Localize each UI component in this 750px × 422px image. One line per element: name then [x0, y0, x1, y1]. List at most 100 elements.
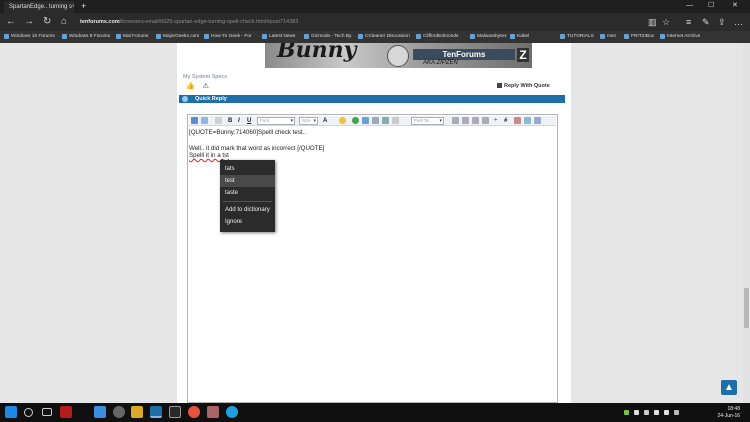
- close-tab-icon[interactable]: ×: [72, 1, 74, 13]
- smiley-icon[interactable]: [339, 117, 346, 124]
- app-icon-red[interactable]: [60, 406, 72, 418]
- favorite-item[interactable]: Windows 10 Forums: [4, 31, 55, 43]
- video-icon[interactable]: [372, 117, 379, 124]
- web-note-icon[interactable]: ✎: [702, 13, 710, 31]
- keyboard-icon[interactable]: [674, 410, 679, 415]
- network-icon[interactable]: [654, 410, 659, 415]
- favorite-item[interactable]: How-To Geek - For: [204, 31, 252, 43]
- forward-arrow-icon[interactable]: →: [24, 13, 34, 31]
- underline-button[interactable]: U: [247, 116, 251, 126]
- address-domain: tenforums.com: [80, 19, 120, 25]
- volume-icon[interactable]: [664, 410, 669, 415]
- chrome-icon[interactable]: [188, 406, 200, 418]
- favorite-item[interactable]: Gizmodo - Tech By: [304, 31, 351, 43]
- address-bar[interactable]: tenforums.com/browsers-email/6929-sparta…: [80, 17, 620, 28]
- edge-browser-icon[interactable]: [150, 406, 162, 418]
- suggestion-item-highlighted[interactable]: test: [220, 175, 275, 187]
- post-template-select[interactable]: Post Te...: [411, 117, 444, 125]
- maximize-button[interactable]: ☐: [708, 0, 714, 12]
- text-color-button[interactable]: A: [323, 116, 327, 126]
- toggle-mode-icon[interactable]: [191, 117, 198, 124]
- windows-store-icon[interactable]: [94, 406, 106, 418]
- strike-icon[interactable]: ÷: [494, 116, 497, 126]
- favorite-item[interactable]: Latest News: [262, 31, 295, 43]
- more-icon[interactable]: …: [734, 13, 743, 31]
- warning-icon[interactable]: ⚠: [203, 83, 209, 90]
- search-icon[interactable]: [24, 408, 33, 417]
- new-tab-button[interactable]: +: [81, 0, 86, 12]
- editor-line-1: [QUOTE=Bunny;714060]Spelll check test..: [189, 129, 307, 136]
- unordered-list-icon[interactable]: [482, 117, 489, 124]
- remove-format-icon[interactable]: [201, 117, 208, 124]
- page-scrollbar[interactable]: [743, 43, 750, 403]
- size-select[interactable]: Size: [299, 117, 318, 125]
- ordered-list-icon[interactable]: [472, 117, 479, 124]
- italic-button[interactable]: I: [238, 116, 240, 126]
- menu-divider: [223, 201, 272, 202]
- app-icon-photo[interactable]: [207, 406, 219, 418]
- favorite-item[interactable]: Windows 8 Forums: [62, 31, 110, 43]
- favorite-item[interactable]: CliffordEdmonds: [416, 31, 458, 43]
- link-icon[interactable]: [352, 117, 359, 124]
- favorite-star-icon[interactable]: ☆: [662, 13, 670, 31]
- code-icon[interactable]: #: [504, 116, 507, 126]
- app-icon-gray[interactable]: [113, 406, 125, 418]
- spoiler-icon[interactable]: [534, 117, 541, 124]
- refresh-icon[interactable]: ↻: [43, 13, 51, 31]
- bunny-figure-icon: [387, 45, 409, 67]
- minimize-button[interactable]: —: [686, 0, 693, 12]
- align-left-icon[interactable]: [452, 117, 459, 124]
- file-explorer-icon[interactable]: [131, 406, 143, 418]
- close-window-button[interactable]: ✕: [732, 0, 738, 12]
- favorite-item[interactable]: Kabel: [510, 31, 529, 43]
- html-icon[interactable]: [524, 117, 531, 124]
- favorite-item[interactable]: msn: [600, 31, 616, 43]
- php-icon[interactable]: [514, 117, 521, 124]
- favorite-item[interactable]: CCleaner Discussion: [358, 31, 410, 43]
- favorite-item[interactable]: Malwarebytes: [470, 31, 507, 43]
- image-icon[interactable]: [362, 117, 369, 124]
- attachment-icon[interactable]: [382, 117, 389, 124]
- tray-icon[interactable]: [634, 410, 639, 415]
- signature-subtitle: AKA ZIPZEN: [423, 60, 458, 66]
- share-icon[interactable]: ⇪: [718, 13, 726, 31]
- quote-button-icon[interactable]: [392, 117, 399, 124]
- align-center-icon[interactable]: [462, 117, 469, 124]
- scrollbar-thumb[interactable]: [744, 288, 749, 328]
- font-select[interactable]: Font: [257, 117, 295, 125]
- start-icon[interactable]: [5, 406, 17, 418]
- favorite-item[interactable]: Mal Forums: [116, 31, 148, 43]
- spellcheck-context-menu: tats test taste Add to dictionary Ignore: [220, 160, 275, 232]
- undo-icon[interactable]: [215, 117, 222, 124]
- favorite-item[interactable]: TUTORIALS: [560, 31, 594, 43]
- back-arrow-icon[interactable]: ←: [6, 13, 16, 31]
- editor-line-4: Spelll it in a tst: [189, 152, 229, 159]
- favorite-item[interactable]: MajorGeeks.com: [156, 31, 199, 43]
- editor-line-3: Well.. it did mark that word as incorrec…: [189, 145, 325, 152]
- reply-with-quote-button[interactable]: Reply With Quote: [497, 83, 550, 89]
- ignore-item[interactable]: Ignore: [220, 216, 275, 228]
- task-view-icon[interactable]: [42, 408, 52, 416]
- hub-icon[interactable]: ≡: [686, 13, 691, 31]
- navigation-bar: ← → ↻ ⌂ tenforums.com/browsers-email/692…: [0, 13, 750, 31]
- add-to-dictionary-item[interactable]: Add to dictionary: [220, 204, 275, 216]
- thumbs-up-icon[interactable]: 👍: [186, 83, 195, 90]
- suggestion-item[interactable]: taste: [220, 187, 275, 199]
- reply-editor[interactable]: [187, 114, 558, 403]
- reading-view-icon[interactable]: ▥: [648, 13, 657, 31]
- app-icon-dark[interactable]: [169, 406, 181, 418]
- tray-icon[interactable]: [644, 410, 649, 415]
- quick-reply-header: [179, 95, 565, 103]
- system-specs-link[interactable]: My System Specs: [183, 74, 227, 80]
- browser-tab[interactable]: SpartanEdge.. turning s ×: [4, 1, 74, 13]
- clock-date: 24-Jun-16: [717, 412, 740, 419]
- suggestion-item[interactable]: tats: [220, 163, 275, 175]
- taskbar-clock[interactable]: 18:48 24-Jun-16: [717, 406, 740, 419]
- tray-icon[interactable]: [624, 410, 629, 415]
- back-to-top-button[interactable]: ▲: [721, 380, 737, 395]
- home-icon[interactable]: ⌂: [61, 13, 67, 31]
- bold-button[interactable]: B: [228, 116, 232, 126]
- favorite-item[interactable]: Internet Archive: [660, 31, 700, 43]
- skype-icon[interactable]: [226, 406, 238, 418]
- favorite-item[interactable]: FRITZ!Box: [624, 31, 654, 43]
